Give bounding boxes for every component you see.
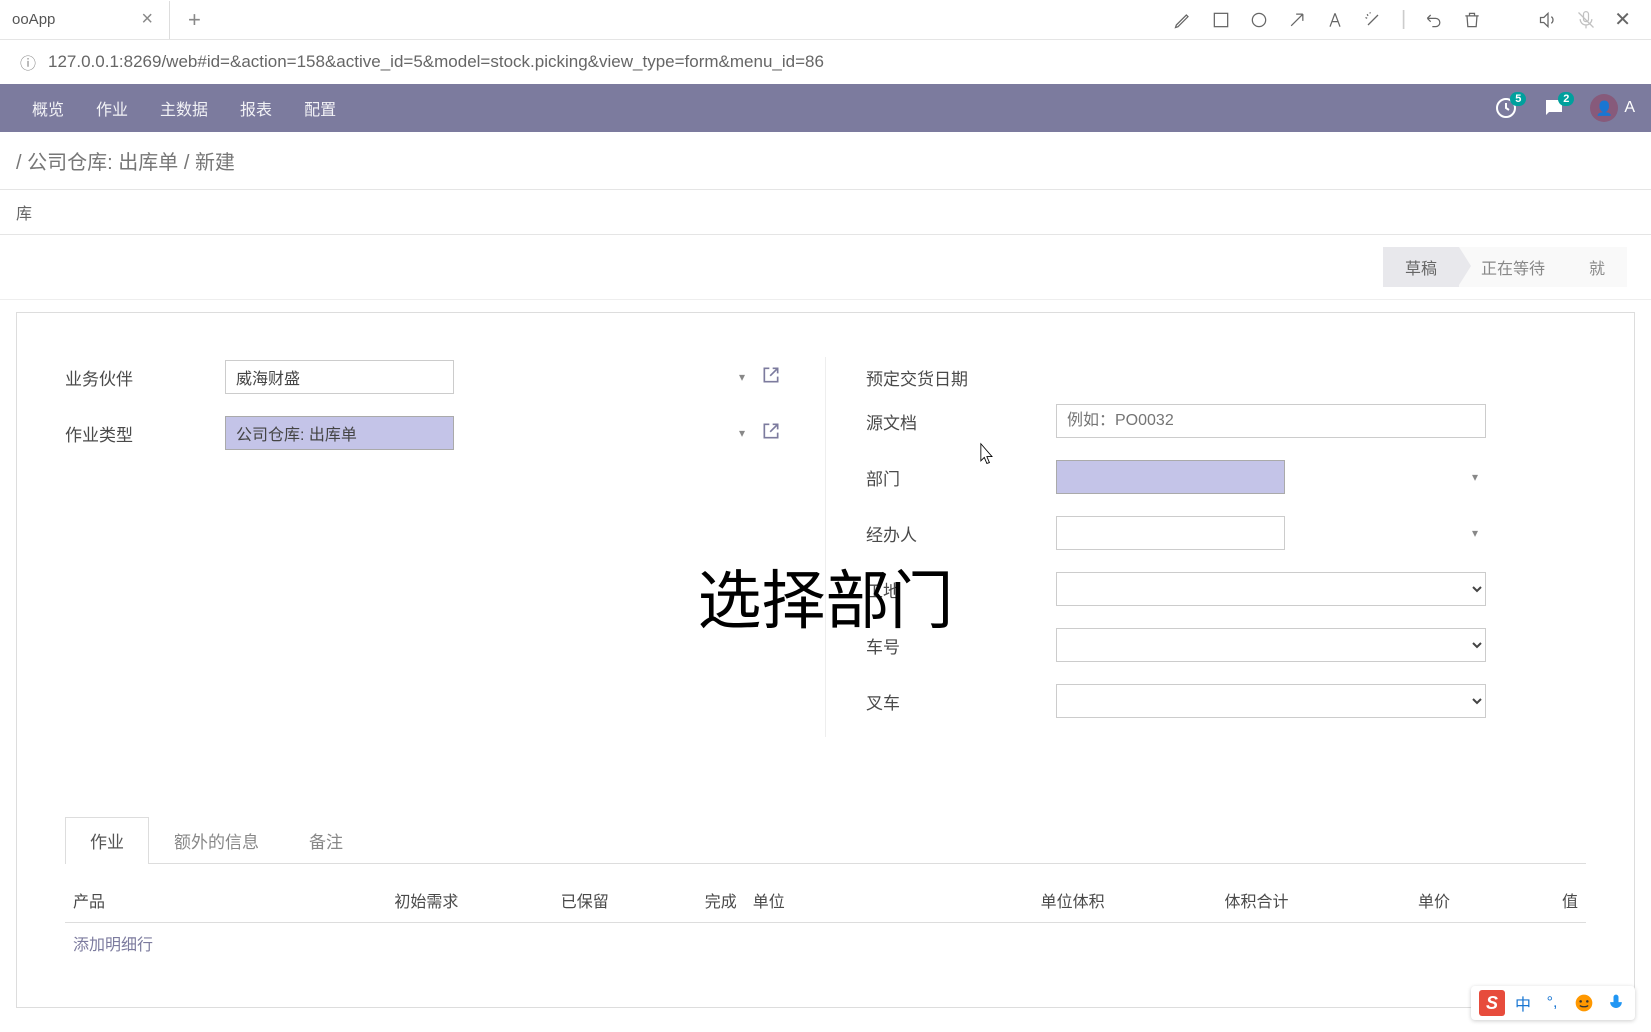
undo-icon[interactable] (1424, 7, 1444, 32)
activity-badge[interactable]: 5 (1494, 96, 1518, 120)
partner-label: 业务伙伴 (65, 365, 225, 390)
external-link-icon[interactable] (761, 421, 785, 445)
th-unit-volume: 单位体积 (929, 888, 1113, 912)
browser-toolbar: | ✕ (1153, 7, 1651, 32)
messages-badge[interactable]: 2 (1542, 96, 1566, 120)
th-uom: 单位 (745, 888, 929, 912)
square-icon[interactable] (1211, 7, 1231, 32)
handler-input[interactable] (1056, 516, 1285, 550)
text-icon[interactable] (1325, 7, 1345, 32)
form-sheet: 业务伙伴 ▾ 作业类型 ▾ (16, 312, 1635, 1008)
th-price: 单价 (1297, 888, 1459, 912)
source-doc-label: 源文档 (866, 409, 1056, 434)
status-waiting[interactable]: 正在等待 (1459, 247, 1567, 287)
th-done: 完成 (617, 888, 745, 912)
th-volume-total: 体积合计 (1113, 888, 1297, 912)
site-select[interactable] (1056, 572, 1486, 606)
partner-input[interactable] (225, 360, 454, 394)
th-value: 值 (1458, 888, 1586, 912)
address-bar: ⓘ 127.0.0.1:8269/web#id=&action=158&acti… (0, 40, 1651, 84)
tab-extra-info[interactable]: 额外的信息 (149, 817, 284, 863)
forklift-label: 叉车 (866, 689, 1056, 714)
chevron-down-icon: ▾ (739, 426, 745, 440)
status-draft[interactable]: 草稿 (1383, 247, 1459, 287)
close-icon[interactable]: × (137, 8, 157, 31)
main-navbar: 概览 作业 主数据 报表 配置 5 2 👤 A (0, 84, 1651, 132)
nav-master-data[interactable]: 主数据 (144, 84, 224, 132)
circle-icon[interactable] (1249, 7, 1269, 32)
operation-type-label: 作业类型 (65, 421, 225, 446)
nav-reports[interactable]: 报表 (224, 84, 288, 132)
vehicle-select[interactable] (1056, 628, 1486, 662)
site-label: 工地 (866, 577, 1056, 602)
tab-operations[interactable]: 作业 (65, 817, 149, 864)
breadcrumb-current: 新建 (195, 152, 235, 174)
nav-operations[interactable]: 作业 (80, 84, 144, 132)
form-right-column: 预定交货日期 源文档 部门 ▾ 经办人 (825, 357, 1586, 737)
close-window-icon[interactable]: ✕ (1614, 7, 1631, 32)
table-header: 产品 初始需求 已保留 完成 单位 单位体积 体积合计 单价 值 (65, 878, 1586, 923)
browser-tab[interactable]: ooApp × (0, 1, 170, 39)
subbar: 库 (0, 190, 1651, 235)
ime-language[interactable]: 中 (1515, 991, 1531, 1015)
notebook-tabs: 作业 额外的信息 备注 (65, 817, 1586, 864)
ime-logo[interactable]: S (1479, 990, 1505, 1016)
new-tab-button[interactable]: + (170, 7, 219, 33)
avatar[interactable]: 👤 (1590, 94, 1618, 122)
mic-icon[interactable] (1605, 992, 1627, 1014)
info-icon[interactable]: ⓘ (20, 50, 36, 74)
moves-table: 产品 初始需求 已保留 完成 单位 单位体积 体积合计 单价 值 添加明细行 (65, 878, 1586, 963)
wand-icon[interactable] (1363, 7, 1383, 32)
messages-count: 2 (1558, 92, 1574, 106)
vehicle-label: 车号 (866, 633, 1056, 658)
nav-config[interactable]: 配置 (288, 84, 352, 132)
add-line-button[interactable]: 添加明细行 (65, 923, 1586, 963)
handler-label: 经办人 (866, 521, 1056, 546)
pen-icon[interactable] (1173, 7, 1193, 32)
chevron-down-icon: ▾ (739, 370, 745, 384)
activity-count: 5 (1510, 92, 1526, 106)
scheduled-date-label: 预定交货日期 (866, 365, 1056, 390)
department-label: 部门 (866, 465, 1056, 490)
chevron-down-icon: ▾ (1472, 470, 1478, 484)
ime-punct-icon[interactable]: °, (1541, 992, 1563, 1014)
tab-title: ooApp (12, 11, 55, 28)
operation-type-input[interactable] (225, 416, 454, 450)
nav-overview[interactable]: 概览 (16, 84, 80, 132)
external-link-icon[interactable] (761, 365, 785, 389)
forklift-select[interactable] (1056, 684, 1486, 718)
source-doc-input[interactable] (1056, 404, 1486, 438)
ime-toolbar[interactable]: S 中 °, (1471, 986, 1635, 1020)
browser-tab-bar: ooApp × + | ✕ (0, 0, 1651, 40)
volume-icon[interactable] (1538, 7, 1558, 32)
breadcrumb-parent[interactable]: 公司仓库: 出库单 (27, 152, 178, 174)
form-left-column: 业务伙伴 ▾ 作业类型 ▾ (65, 357, 785, 737)
arrow-icon[interactable] (1287, 7, 1307, 32)
th-demand: 初始需求 (305, 888, 467, 912)
tab-notes[interactable]: 备注 (284, 817, 368, 863)
department-input[interactable] (1056, 460, 1285, 494)
chevron-down-icon: ▾ (1472, 526, 1478, 540)
th-product: 产品 (65, 888, 305, 912)
th-reserved: 已保留 (466, 888, 616, 912)
smile-icon[interactable] (1573, 992, 1595, 1014)
user-name: A (1624, 99, 1635, 117)
status-bar: 草稿 正在等待 就 (0, 235, 1651, 300)
url-text[interactable]: 127.0.0.1:8269/web#id=&action=158&active… (48, 52, 824, 72)
trash-icon[interactable] (1462, 7, 1482, 32)
breadcrumb: / 公司仓库: 出库单 / 新建 (0, 132, 1651, 190)
mic-off-icon[interactable] (1576, 7, 1596, 32)
